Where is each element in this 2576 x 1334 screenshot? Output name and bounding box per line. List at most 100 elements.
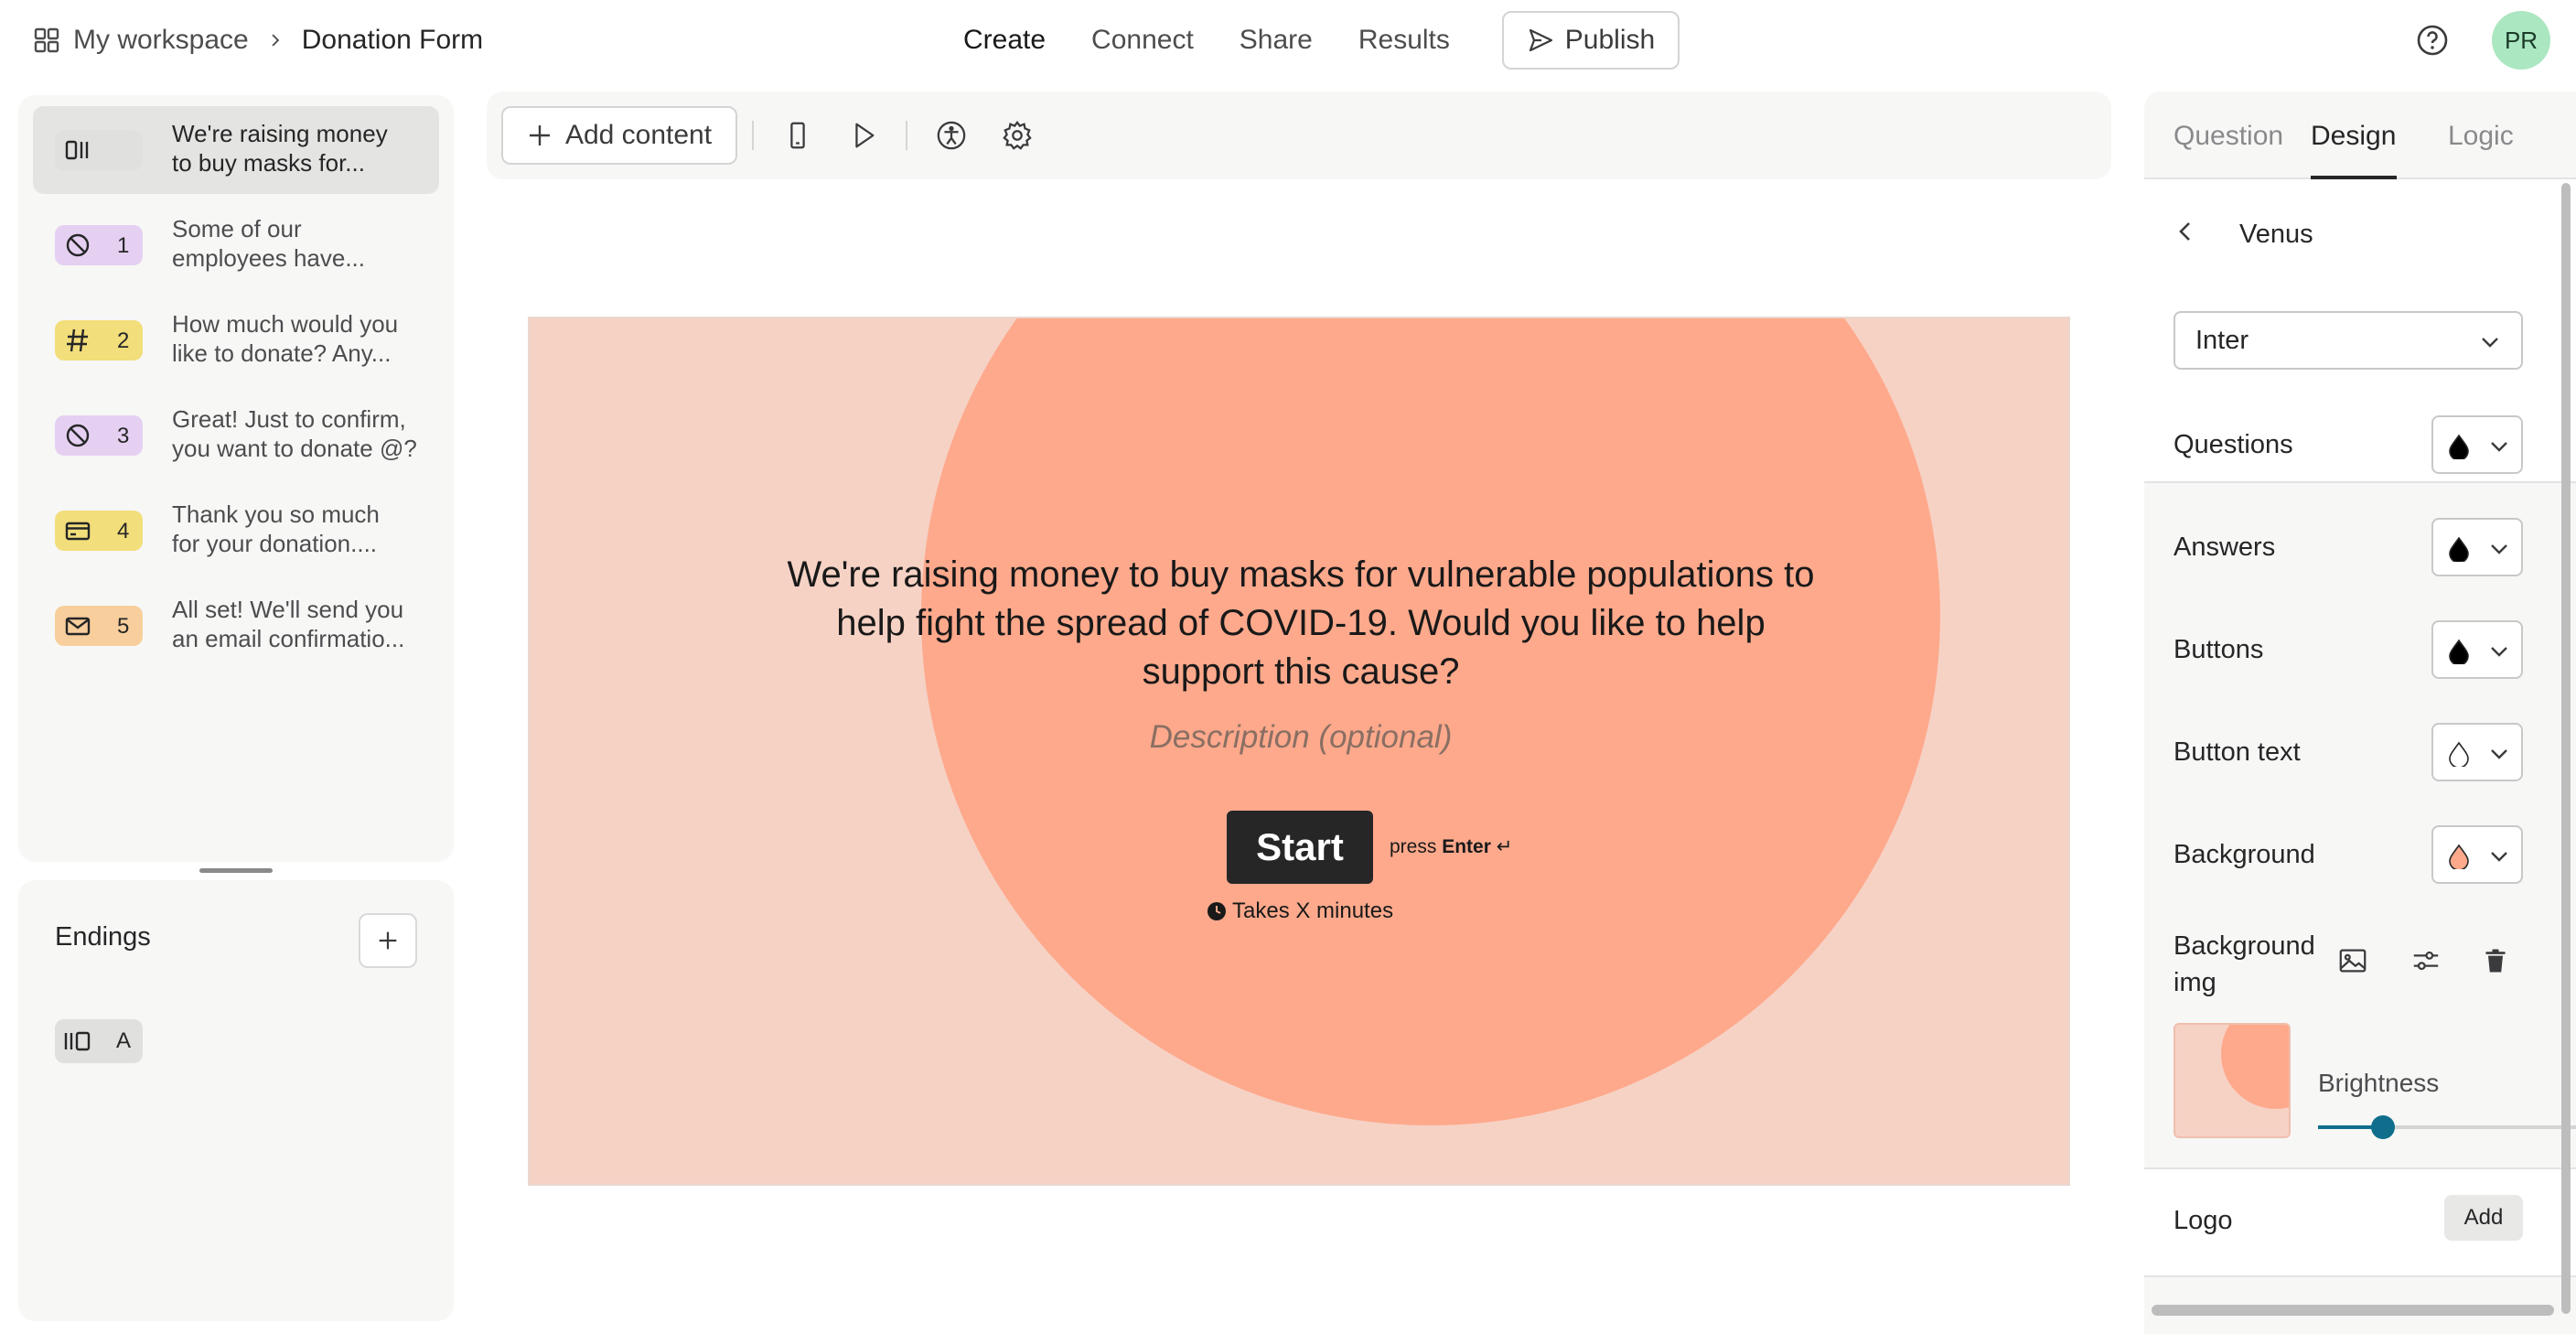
nav-results[interactable]: Results — [1358, 25, 1450, 56]
color-label: Answers — [2174, 533, 2276, 562]
help-icon[interactable] — [2416, 24, 2449, 57]
mobile-preview-icon[interactable] — [781, 119, 814, 152]
color-drop-icon — [2449, 741, 2469, 767]
welcome-question-text[interactable]: We're raising money to buy masks for vul… — [731, 551, 1871, 696]
question-type-badge — [55, 130, 143, 170]
plus-icon — [379, 931, 397, 950]
time-to-complete: Takes X minutes — [1207, 898, 1393, 924]
email-icon — [65, 617, 91, 636]
question-type-badge: 3 — [55, 415, 143, 456]
form-preview-canvas: We're raising money to buy masks for vul… — [528, 317, 2070, 1186]
font-select[interactable]: Inter — [2174, 311, 2523, 370]
question-list-panel: We're raising money to buy masks for... 1… — [18, 95, 454, 862]
adjust-sliders-icon[interactable] — [2410, 944, 2442, 977]
breadcrumb-form-name[interactable]: Donation Form — [302, 25, 483, 56]
endings-panel: Endings A — [18, 880, 454, 1321]
tab-question[interactable]: Question — [2174, 121, 2283, 152]
add-content-button[interactable]: Add content — [501, 106, 737, 165]
color-drop-icon — [2449, 434, 2469, 459]
chevron-left-icon[interactable] — [2172, 218, 2199, 245]
publish-label: Publish — [1564, 25, 1656, 55]
color-label: Questions — [2174, 430, 2293, 459]
color-row-questions: Questions — [2144, 393, 2576, 496]
button-text-color-picker[interactable] — [2431, 723, 2523, 781]
chevron-down-icon — [2491, 749, 2507, 759]
brightness-slider-thumb[interactable] — [2371, 1115, 2395, 1139]
send-icon — [1529, 28, 1552, 52]
publish-button[interactable]: Publish — [1502, 11, 1680, 70]
color-drop-icon — [2449, 639, 2469, 664]
user-avatar[interactable]: PR — [2492, 11, 2550, 70]
chevron-down-icon — [2482, 338, 2498, 348]
horizontal-scrollbar[interactable] — [2152, 1305, 2554, 1316]
question-title: Thank you so much for your donation.... — [172, 500, 380, 557]
nav-connect[interactable]: Connect — [1091, 25, 1194, 56]
workspace-grid-icon[interactable] — [33, 27, 60, 54]
question-title: Some of our employees have... — [172, 215, 366, 272]
plus-icon — [529, 125, 550, 145]
nav-share[interactable]: Share — [1240, 25, 1313, 56]
settings-gear-icon[interactable] — [1001, 119, 1034, 152]
question-type-badge: 1 — [55, 225, 143, 265]
question-title: We're raising money to buy masks for... — [172, 120, 388, 177]
questions-color-picker[interactable] — [2431, 415, 2523, 474]
breadcrumb: My workspace Donation Form — [33, 20, 483, 60]
color-row-background: Background — [2144, 803, 2576, 906]
logo-label: Logo — [2174, 1206, 2233, 1235]
add-ending-button[interactable] — [359, 913, 417, 968]
top-nav: Create Connect Share Results — [963, 13, 1496, 68]
top-bar: My workspace Donation Form Create Connec… — [0, 0, 2576, 81]
question-type-badge: 2 — [55, 320, 143, 360]
question-item-welcome[interactable]: We're raising money to buy masks for... — [33, 106, 439, 194]
color-row-answers: Answers — [2144, 496, 2576, 598]
play-preview-icon[interactable] — [847, 119, 880, 152]
nav-create[interactable]: Create — [963, 25, 1046, 56]
background-image-thumbnail[interactable] — [2174, 1023, 2291, 1138]
answers-color-picker[interactable] — [2431, 518, 2523, 576]
add-logo-button[interactable]: Add — [2444, 1195, 2523, 1241]
question-type-badge: 5 — [55, 606, 143, 646]
settings-tabs: Question Design Logic — [2144, 91, 2576, 179]
breadcrumb-workspace-link[interactable]: My workspace — [73, 25, 249, 56]
description-placeholder[interactable]: Description (optional) — [731, 719, 1871, 756]
yes-no-icon — [66, 233, 90, 257]
logo-section: Logo Add — [2144, 1167, 2576, 1277]
question-item-5[interactable]: 5 All set! We'll send you an email confir… — [33, 582, 439, 670]
color-label: Buttons — [2174, 635, 2264, 664]
panel-resize-handle[interactable] — [199, 868, 273, 873]
tab-design[interactable]: Design — [2311, 121, 2396, 152]
question-type-badge: 4 — [55, 511, 143, 551]
question-title: How much would you like to donate? Any... — [172, 310, 399, 367]
question-item-2[interactable]: 2 How much would you like to donate? Any.… — [33, 296, 439, 384]
design-panel: Question Design Logic Venus Inter Questi… — [2144, 91, 2576, 1334]
color-label: Background — [2174, 840, 2315, 869]
tab-logic[interactable]: Logic — [2448, 121, 2514, 152]
chevron-down-icon — [2491, 647, 2507, 657]
background-color-picker[interactable] — [2431, 825, 2523, 884]
toolbar-divider — [906, 121, 907, 150]
chevron-down-icon — [2491, 852, 2507, 862]
ending-item-a[interactable]: A — [55, 1019, 143, 1063]
toolbar-divider — [752, 121, 754, 150]
color-row-button-text: Button text — [2144, 701, 2576, 803]
buttons-color-picker[interactable] — [2431, 620, 2523, 679]
statement-icon — [65, 140, 89, 160]
background-image-label: Background img — [2174, 931, 2315, 997]
ending-icon — [64, 1031, 91, 1051]
question-title: All set! We'll send you an email confirma… — [172, 596, 405, 652]
start-button[interactable]: Start — [1227, 811, 1373, 884]
color-drop-icon — [2449, 536, 2469, 562]
chevron-right-icon — [262, 27, 289, 54]
question-item-3[interactable]: 3 Great! Just to confirm, you want to don… — [33, 392, 439, 479]
editor-toolbar: Add content — [487, 91, 2111, 179]
vertical-scrollbar[interactable] — [2561, 183, 2571, 1314]
color-label: Button text — [2174, 737, 2301, 767]
thumbnail-circle-shape — [2221, 1025, 2289, 1109]
accessibility-icon[interactable] — [935, 119, 968, 152]
question-item-4[interactable]: 4 Thank you so much for your donation.... — [33, 487, 439, 575]
brightness-slider[interactable] — [2318, 1115, 2576, 1139]
chevron-down-icon — [2491, 442, 2507, 452]
image-icon[interactable] — [2336, 944, 2369, 977]
question-item-1[interactable]: 1 Some of our employees have... — [33, 201, 439, 289]
trash-icon[interactable] — [2479, 944, 2512, 977]
